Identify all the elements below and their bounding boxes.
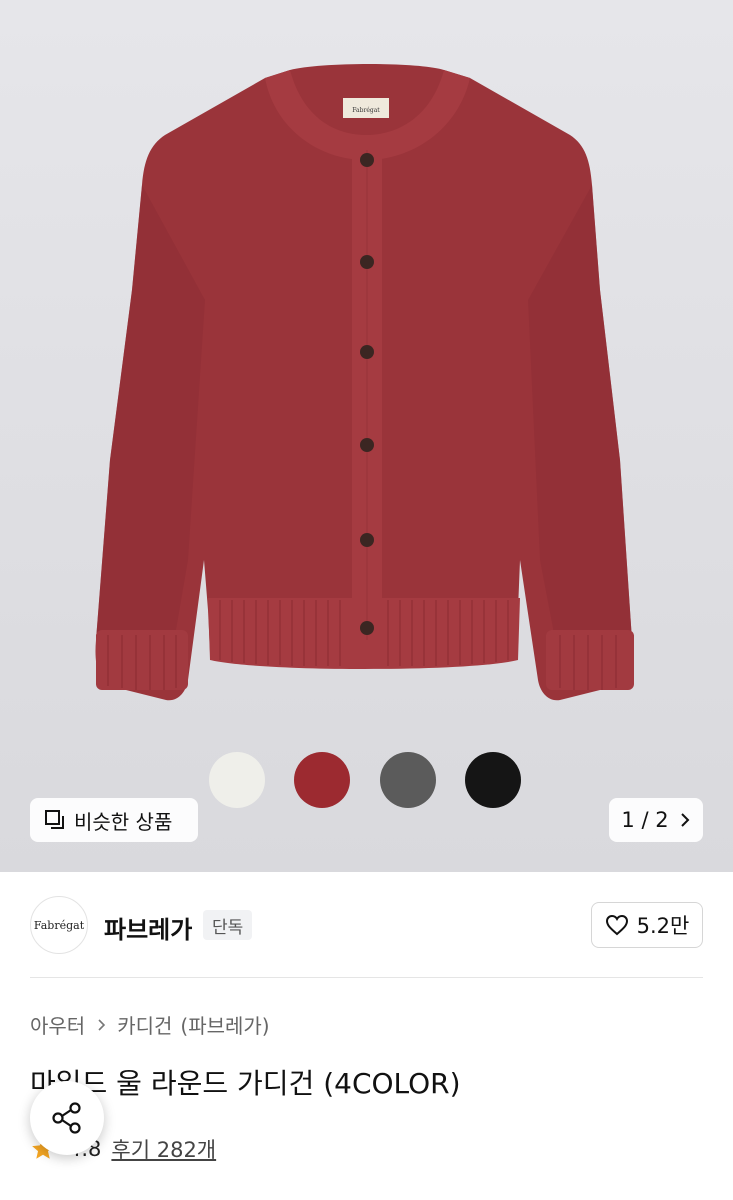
brand-name[interactable]: 파브레가: [104, 910, 192, 945]
review-count-link[interactable]: 후기 282개: [111, 1134, 216, 1164]
like-count: 5.2만: [636, 914, 690, 938]
page-indicator-text: 1 / 2: [621, 808, 669, 832]
breadcrumb: 아우터 카디건 (파브레가): [30, 1010, 270, 1039]
product-image: Fabrégat: [95, 64, 634, 701]
similar-items-icon: [45, 810, 64, 829]
swatch-red[interactable]: [294, 752, 350, 808]
heart-icon: [605, 914, 628, 936]
garment-label: Fabrégat: [352, 107, 380, 114]
swatch-gray[interactable]: [380, 752, 436, 808]
like-button[interactable]: 5.2만: [591, 902, 703, 948]
swatch-cream[interactable]: [209, 752, 265, 808]
share-button[interactable]: [30, 1081, 104, 1155]
product-image-gallery[interactable]: Fabrégat 비슷한 상품 1 / 2: [0, 0, 733, 872]
chevron-right-icon: [98, 1018, 106, 1031]
breadcrumb-brand[interactable]: (파브레가): [180, 1010, 269, 1039]
chevron-right-icon: [680, 813, 689, 827]
breadcrumb-cardigan[interactable]: 카디건: [117, 1010, 172, 1039]
brand-logo[interactable]: Fabrégat: [30, 896, 88, 954]
brand-row: Fabrégat 파브레가 단독 5.2만: [0, 872, 733, 978]
share-icon: [52, 1102, 81, 1134]
image-page-indicator[interactable]: 1 / 2: [609, 798, 703, 842]
similar-products-label: 비슷한 상품: [74, 809, 173, 834]
swatch-black[interactable]: [465, 752, 521, 808]
similar-products-button[interactable]: 비슷한 상품: [30, 798, 198, 842]
divider: [30, 977, 703, 978]
breadcrumb-outer[interactable]: 아우터: [30, 1010, 85, 1039]
exclusive-badge: 단독: [203, 910, 253, 940]
